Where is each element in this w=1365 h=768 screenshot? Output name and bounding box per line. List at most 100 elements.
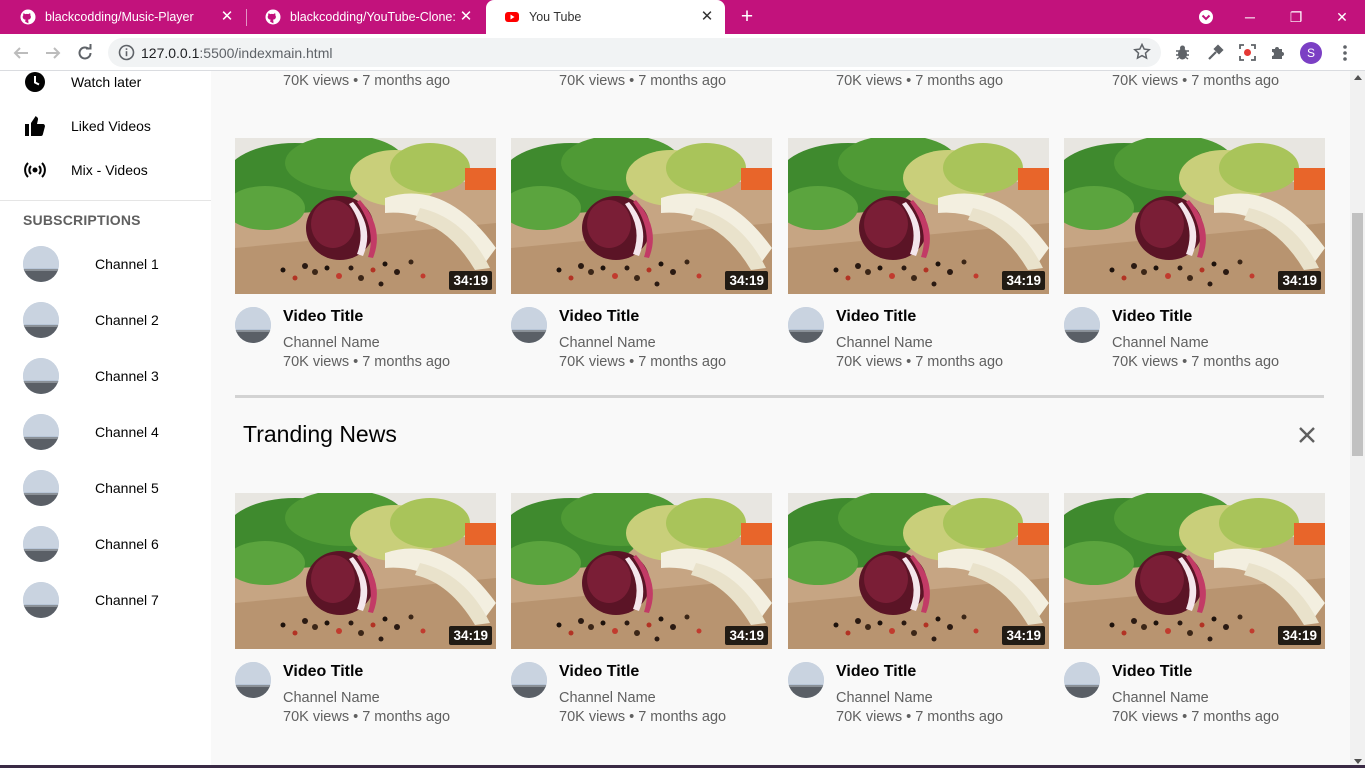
- video-duration: 34:19: [1278, 271, 1321, 290]
- channel-name: Channel 2: [95, 312, 159, 328]
- sidebar-item-mix-videos[interactable]: Mix - Videos: [0, 150, 211, 190]
- url-host: 127.0.0.1: [141, 45, 200, 61]
- video-meta: 70K views • 7 months ago: [1112, 73, 1280, 89]
- sidebar-channel-6[interactable]: Channel 6: [0, 524, 211, 564]
- sidebar-item-watch-later[interactable]: Watch later: [0, 71, 211, 102]
- scroll-down-arrow-icon[interactable]: [1354, 759, 1362, 764]
- video-card[interactable]: 34:19 Video Title Channel Name 70K views…: [511, 138, 772, 378]
- back-button[interactable]: [8, 40, 34, 66]
- close-window-button[interactable]: ✕: [1319, 0, 1365, 34]
- restore-button[interactable]: ❐: [1273, 0, 1319, 34]
- close-icon[interactable]: ✕: [699, 9, 715, 25]
- channel-name[interactable]: Channel Name: [836, 335, 933, 351]
- video-card[interactable]: 34:19 Video Title Channel Name 70K views…: [511, 493, 772, 733]
- channel-avatar[interactable]: [511, 662, 547, 698]
- url-text[interactable]: 127.0.0.1:5500/indexmain.html: [141, 45, 332, 61]
- new-tab-button[interactable]: +: [736, 6, 758, 28]
- video-card[interactable]: 34:19 Video Title Channel Name 70K views…: [788, 493, 1049, 733]
- channel-name[interactable]: Channel Name: [1112, 335, 1209, 351]
- video-title[interactable]: Video Title: [283, 663, 363, 681]
- video-thumbnail[interactable]: 34:19: [511, 493, 772, 649]
- video-card[interactable]: 34:19 Video Title Channel Name 70K views…: [235, 138, 496, 378]
- video-duration: 34:19: [725, 626, 768, 645]
- channel-avatar[interactable]: [235, 662, 271, 698]
- channel-name: Channel 7: [95, 592, 159, 608]
- reload-button[interactable]: [72, 40, 98, 66]
- sidebar-channel-1[interactable]: Channel 1: [0, 244, 211, 284]
- page-scrollbar[interactable]: [1350, 71, 1365, 768]
- more-vertical-icon[interactable]: [1338, 43, 1352, 63]
- sidebar-channel-3[interactable]: Channel 3: [0, 356, 211, 396]
- channel-name[interactable]: Channel Name: [559, 335, 656, 351]
- video-title[interactable]: Video Title: [1112, 663, 1192, 681]
- video-meta: 70K views • 7 months ago: [559, 709, 727, 725]
- tab-music-player[interactable]: blackcodding/Music-Player ✕: [2, 0, 245, 34]
- scrollbar-thumb[interactable]: [1352, 213, 1363, 456]
- close-icon[interactable]: [1295, 423, 1319, 447]
- sidebar-channel-2[interactable]: Channel 2: [0, 300, 211, 340]
- minimize-button[interactable]: ─: [1227, 0, 1273, 34]
- channel-avatar: [23, 302, 59, 338]
- tab-you-tube[interactable]: You Tube ✕: [486, 0, 725, 34]
- video-meta: 70K views • 7 months ago: [1112, 709, 1280, 725]
- channel-avatar[interactable]: [788, 662, 824, 698]
- video-card[interactable]: 34:19 Video Title Channel Name 70K views…: [1064, 493, 1325, 733]
- video-card[interactable]: 34:19 Video Title Channel Name 70K views…: [235, 493, 496, 733]
- video-meta: 70K views • 7 months ago: [559, 73, 727, 89]
- channel-avatar[interactable]: [788, 307, 824, 343]
- video-title[interactable]: Video Title: [836, 308, 916, 326]
- video-thumbnail[interactable]: 34:19: [788, 493, 1049, 649]
- extensions-puzzle-icon[interactable]: [1269, 43, 1288, 62]
- channel-name[interactable]: Channel Name: [283, 690, 380, 706]
- tab-youtube-clone[interactable]: blackcodding/YouTube-Clone: 🍁 ✕: [247, 0, 484, 34]
- sidebar-channel-5[interactable]: Channel 5: [0, 468, 211, 508]
- channel-name[interactable]: Channel Name: [283, 335, 380, 351]
- screen-record-icon[interactable]: [1238, 43, 1257, 62]
- video-title[interactable]: Video Title: [836, 663, 916, 681]
- video-title[interactable]: Video Title: [559, 308, 639, 326]
- video-meta: 70K views • 7 months ago: [559, 354, 727, 370]
- eyedropper-icon[interactable]: [1206, 43, 1225, 62]
- github-icon: [265, 9, 281, 25]
- youtube-page: Watch later Liked Videos Mix - Videos SU…: [0, 71, 1365, 768]
- close-icon[interactable]: ✕: [219, 9, 235, 25]
- video-title[interactable]: Video Title: [1112, 308, 1192, 326]
- video-card[interactable]: 34:19 Video Title Channel Name 70K views…: [788, 138, 1049, 378]
- clock-icon: [25, 72, 45, 92]
- video-thumbnail[interactable]: 34:19: [1064, 138, 1325, 294]
- video-card[interactable]: 34:19 Video Title Channel Name 70K views…: [1064, 138, 1325, 378]
- video-duration: 34:19: [725, 271, 768, 290]
- channel-avatar[interactable]: [1064, 307, 1100, 343]
- channel-avatar[interactable]: [511, 307, 547, 343]
- channel-avatar: [23, 358, 59, 394]
- forward-button[interactable]: [40, 40, 66, 66]
- video-title[interactable]: Video Title: [559, 663, 639, 681]
- info-icon[interactable]: [118, 44, 135, 61]
- video-thumbnail[interactable]: 34:19: [235, 138, 496, 294]
- video-meta: 70K views • 7 months ago: [283, 709, 451, 725]
- video-thumbnail[interactable]: 34:19: [511, 138, 772, 294]
- channel-name[interactable]: Channel Name: [836, 690, 933, 706]
- channel-name: Channel 3: [95, 368, 159, 384]
- video-thumbnail[interactable]: 34:19: [1064, 493, 1325, 649]
- profile-avatar[interactable]: S: [1300, 42, 1322, 64]
- video-thumbnail[interactable]: 34:19: [788, 138, 1049, 294]
- sidebar-channel-4[interactable]: Channel 4: [0, 412, 211, 452]
- video-title[interactable]: Video Title: [283, 308, 363, 326]
- video-thumbnail[interactable]: 34:19: [235, 493, 496, 649]
- sidebar-item-label: Watch later: [71, 74, 142, 90]
- bug-extension-icon[interactable]: [1173, 43, 1192, 62]
- channel-avatar: [23, 414, 59, 450]
- channel-name[interactable]: Channel Name: [1112, 690, 1209, 706]
- channel-avatar: [23, 470, 59, 506]
- channel-avatar[interactable]: [235, 307, 271, 343]
- channel-avatar[interactable]: [1064, 662, 1100, 698]
- star-icon[interactable]: [1133, 43, 1151, 61]
- sidebar-item-liked-videos[interactable]: Liked Videos: [0, 106, 211, 146]
- close-icon[interactable]: ✕: [458, 9, 474, 25]
- scroll-up-arrow-icon[interactable]: [1354, 75, 1362, 80]
- tab-search-icon[interactable]: [1196, 7, 1216, 27]
- address-bar[interactable]: 127.0.0.1:5500/indexmain.html: [108, 38, 1161, 67]
- channel-name[interactable]: Channel Name: [559, 690, 656, 706]
- sidebar-channel-7[interactable]: Channel 7: [0, 580, 211, 620]
